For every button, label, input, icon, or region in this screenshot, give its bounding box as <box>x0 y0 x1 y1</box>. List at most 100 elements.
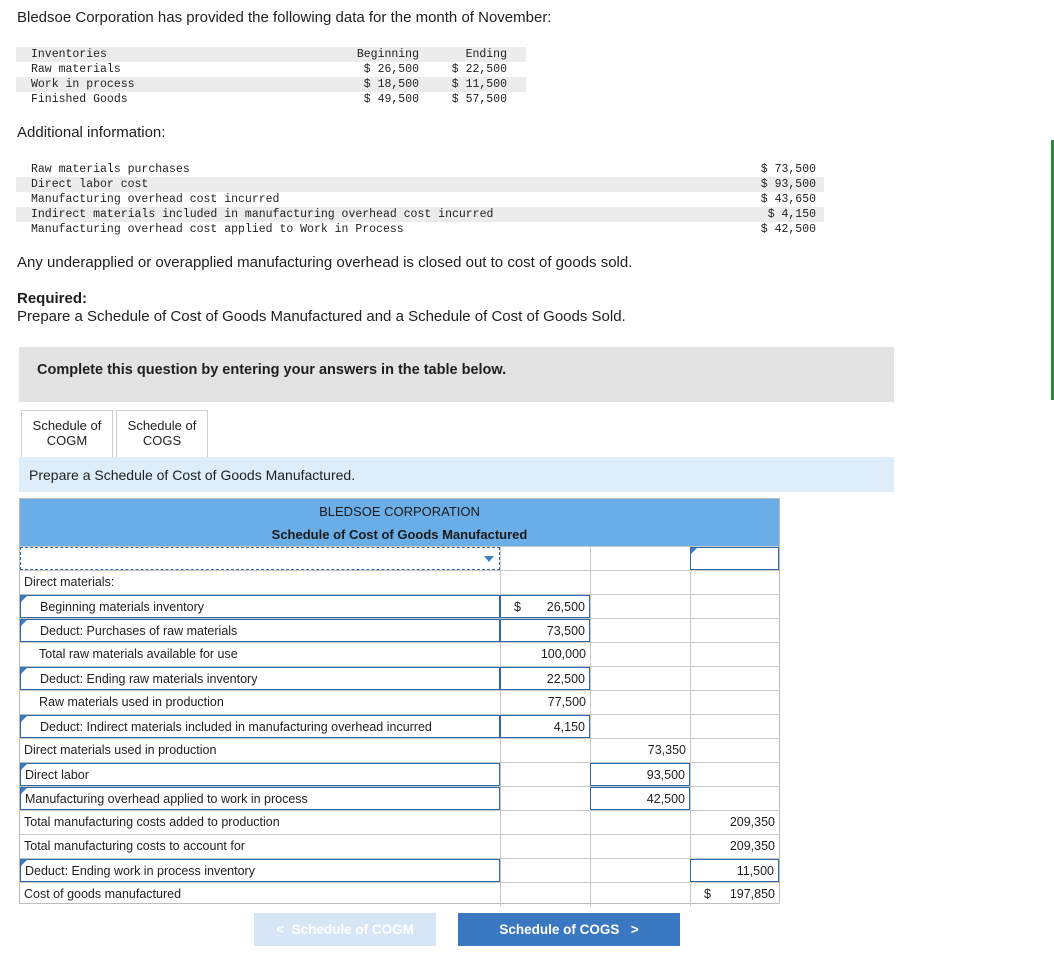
inventory-row: Raw materials $ 26,500 $ 22,500 <box>16 62 526 77</box>
cell-a <box>500 883 590 906</box>
empty-cell <box>500 547 590 570</box>
table-row: Manufacturing overhead applied to work i… <box>20 786 779 810</box>
dollar-sign: $ <box>704 887 711 901</box>
inventory-label: Raw materials <box>31 63 121 76</box>
inventory-row: Work in process $ 18,500 $ 11,500 <box>16 77 526 92</box>
inventory-label: Work in process <box>31 78 135 91</box>
cell-b-input[interactable]: 42,500 <box>590 787 690 810</box>
row-label-select[interactable]: Manufacturing overhead applied to work i… <box>20 787 500 810</box>
tab-line1: Schedule of <box>32 418 102 433</box>
next-button[interactable]: Schedule of COGS > <box>458 913 680 946</box>
cell-value: 197,850 <box>729 887 775 901</box>
row-label: Direct materials used in production <box>24 743 217 757</box>
cell-b <box>590 835 690 858</box>
cell-a <box>500 763 590 786</box>
inventory-header-label: Inventories <box>31 48 107 61</box>
cell-a-input[interactable]: $26,500 <box>500 595 590 618</box>
cell-b-input[interactable]: 93,500 <box>590 763 690 786</box>
cell-a-input[interactable]: 4,150 <box>500 715 590 738</box>
required-heading: Required: <box>17 290 88 307</box>
cell-a-input[interactable]: 73,500 <box>500 619 590 642</box>
input-flag-icon <box>21 596 27 602</box>
row-label: Total raw materials available for use <box>39 647 238 661</box>
cell-b <box>590 643 690 666</box>
cell-c: $197,850 <box>690 883 779 906</box>
row-label: Total manufacturing costs to account for <box>24 839 245 853</box>
tab-line1: Schedule of <box>127 418 197 433</box>
cell-c <box>690 667 779 690</box>
overhead-note: Any underapplied or overapplied manufact… <box>17 254 633 271</box>
info-label: Direct labor cost <box>31 178 149 191</box>
cell-c <box>690 619 779 642</box>
intro-text: Bledsoe Corporation has provided the fol… <box>17 9 552 26</box>
row-label: Beginning materials inventory <box>40 600 204 614</box>
input-flag-icon <box>21 788 27 794</box>
cell-c <box>690 787 779 810</box>
period-input[interactable] <box>690 547 779 570</box>
instruction-banner: Complete this question by entering your … <box>19 347 894 402</box>
cell-b <box>590 667 690 690</box>
cell-a <box>500 787 590 810</box>
cell-b: 73,350 <box>590 739 690 762</box>
row-label-select[interactable]: Direct labor <box>20 763 500 786</box>
period-row <box>20 546 779 570</box>
table-row: Beginning materials inventory $26,500 <box>20 594 779 618</box>
table-row: Total manufacturing costs to account for… <box>20 834 779 858</box>
chevron-left-icon: < <box>276 922 292 937</box>
schedule-header: BLEDSOE CORPORATION Schedule of Cost of … <box>20 499 779 546</box>
cell-a <box>500 571 590 594</box>
inventory-header-row: Inventories Beginning Ending <box>16 47 526 62</box>
tab-schedule-cogs[interactable]: Schedule of COGS <box>116 410 208 457</box>
cell-b <box>590 811 690 834</box>
cell-b <box>590 715 690 738</box>
cell-a <box>500 835 590 858</box>
row-label-select[interactable]: Deduct: Indirect materials included in m… <box>20 715 500 738</box>
input-flag-icon <box>21 860 27 866</box>
info-value: $ 73,500 <box>760 163 816 176</box>
info-label: Manufacturing overhead cost incurred <box>31 193 280 206</box>
inventory-beginning: $ 26,500 <box>363 63 419 76</box>
previous-button[interactable]: < Schedule of COGM <box>254 913 436 946</box>
input-flag-icon <box>21 620 27 626</box>
inventory-beginning: $ 49,500 <box>363 93 419 106</box>
row-label-select[interactable]: Beginning materials inventory <box>20 595 500 618</box>
cell-b <box>590 619 690 642</box>
inventory-header-beginning: Beginning <box>356 48 419 61</box>
tab-schedule-cogm[interactable]: Schedule of COGM <box>21 410 113 457</box>
inventory-label: Finished Goods <box>31 93 128 106</box>
row-label-select[interactable]: Deduct: Ending work in process inventory <box>20 859 500 882</box>
table-row: Total raw materials available for use 10… <box>20 642 779 666</box>
cell-a-input[interactable]: 22,500 <box>500 667 590 690</box>
inventory-beginning: $ 18,500 <box>363 78 419 91</box>
row-label: Deduct: Purchases of raw materials <box>40 624 238 638</box>
cell-c <box>690 595 779 618</box>
inventory-ending: $ 11,500 <box>451 78 507 91</box>
table-row: Direct materials used in production 73,3… <box>20 738 779 762</box>
period-dropdown[interactable] <box>20 547 500 570</box>
table-row: Deduct: Purchases of raw materials 73,50… <box>20 618 779 642</box>
table-row: Deduct: Indirect materials included in m… <box>20 714 779 738</box>
row-label-select[interactable]: Deduct: Purchases of raw materials <box>20 619 500 642</box>
info-label: Indirect materials included in manufactu… <box>31 208 494 221</box>
cell-b <box>590 691 690 714</box>
cell-b <box>590 883 690 906</box>
cell-c-input[interactable]: 11,500 <box>690 859 779 882</box>
info-row: Direct labor cost $ 93,500 <box>16 177 824 192</box>
cell-c <box>690 571 779 594</box>
info-value: $ 93,500 <box>760 178 816 191</box>
row-label: Manufacturing overhead applied to work i… <box>25 792 308 806</box>
tab-line2: COGM <box>46 433 88 448</box>
inventory-row: Finished Goods $ 49,500 $ 57,500 <box>16 92 526 107</box>
table-row: Direct materials: <box>20 570 779 594</box>
inventory-ending: $ 57,500 <box>451 93 507 106</box>
table-row: Deduct: Ending raw materials inventory 2… <box>20 666 779 690</box>
info-row: Manufacturing overhead cost applied to W… <box>16 222 824 237</box>
input-flag-icon <box>21 668 27 674</box>
cell-a: 100,000 <box>500 643 590 666</box>
inventory-header-ending: Ending <box>465 48 507 61</box>
next-button-label: Schedule of COGS <box>499 922 620 937</box>
table-row: Total manufacturing costs added to produ… <box>20 810 779 834</box>
row-label-select[interactable]: Deduct: Ending raw materials inventory <box>20 667 500 690</box>
additional-info-table: Raw materials purchases $ 73,500 Direct l… <box>16 162 824 237</box>
chevron-down-icon <box>484 556 494 562</box>
